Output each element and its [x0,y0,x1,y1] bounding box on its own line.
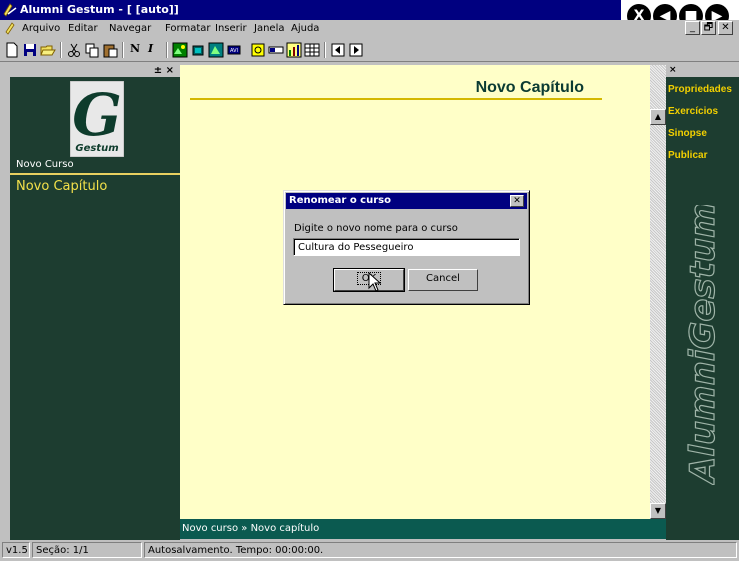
dialog-prompt: Digite o novo nome para o curso [294,223,458,234]
save-icon[interactable] [22,42,38,58]
svg-text:AVI: AVI [230,48,238,54]
next-icon[interactable] [348,42,364,58]
restore-icon[interactable]: 🗗 [701,21,716,35]
document-icon [5,22,15,35]
new-icon[interactable] [4,42,20,58]
toolbar-separator [166,42,168,58]
gestum-logo: G Gestum [70,81,124,157]
menu-editar[interactable]: Editar [68,23,98,34]
mdi-controls: _ 🗗 ✕ [685,21,735,37]
toolbar-separator [60,42,62,58]
chapter-item[interactable]: Novo Capítulo [16,179,107,194]
link-icon[interactable] [268,42,284,58]
rename-course-dialog: Renomear o curso ✕ Digite o novo nome pa… [283,190,530,305]
link-exercicios[interactable]: Exercícios [668,106,718,117]
paste-icon[interactable] [102,42,118,58]
table-icon[interactable] [304,42,320,58]
alumni-gestum-watermark: AlumniGestum [682,205,723,485]
mouse-pointer-icon [368,272,382,292]
close-icon[interactable]: ✕ [718,21,733,35]
close-icon[interactable]: × [669,65,677,75]
vertical-scrollbar[interactable]: ▲ ▼ [650,65,666,519]
minimize-icon[interactable]: _ [685,21,700,35]
animation-icon[interactable] [208,42,224,58]
picture-icon[interactable] [190,42,206,58]
status-autosave: Autosalvamento. Tempo: 00:00:00. [144,542,737,558]
course-name-input[interactable] [293,238,520,256]
menu-bar: Arquivo Editar Navegar Formatar Inserir … [0,20,739,38]
audio-icon[interactable] [250,42,266,58]
previous-icon[interactable] [330,42,346,58]
window-title: Alumni Gestum - [ [auto]] [20,3,179,16]
panel-header: × [666,65,739,77]
menu-formatar[interactable]: Formatar [165,23,210,34]
course-item[interactable]: Novo Curso [16,159,74,170]
italic-icon[interactable]: I [148,42,164,58]
svg-text:AlumniGestum: AlumniGestum [683,205,723,485]
chart-icon[interactable] [286,42,302,58]
cancel-button[interactable]: Cancel [408,269,478,291]
page-title: Novo Capítulo [475,79,584,96]
menu-janela[interactable]: Janela [254,23,284,34]
menu-arquivo[interactable]: Arquivo [22,23,60,34]
title-underline [190,98,602,100]
divider [10,173,180,175]
video-icon[interactable]: AVI [226,42,242,58]
bold-icon[interactable]: N [130,42,146,58]
link-sinopse[interactable]: Sinopse [668,128,707,139]
actions-panel: × Propriedades Exercícios Sinopse Public… [666,65,739,540]
image-icon[interactable] [172,42,188,58]
dialog-title-bar: Renomear o curso ✕ [286,193,527,209]
svg-text:G: G [72,81,122,149]
dialog-title: Renomear o curso [289,195,391,206]
scroll-down-icon[interactable]: ▼ [650,503,666,519]
open-icon[interactable] [40,42,56,58]
breadcrumb: Novo curso » Novo capítulo [180,519,666,539]
status-version: v1.51 [2,542,30,558]
close-icon[interactable]: ✕ [510,195,524,207]
link-publicar[interactable]: Publicar [668,150,707,161]
menu-navegar[interactable]: Navegar [109,23,151,34]
status-bar: v1.51 Seção: 1/1 Autosalvamento. Tempo: … [0,540,739,561]
menu-inserir[interactable]: Inserir [215,23,247,34]
toolbar: N I AVI [0,38,739,62]
toolbar-separator [122,42,124,58]
app-icon [3,3,17,17]
cut-icon[interactable] [66,42,82,58]
menu-ajuda[interactable]: Ajuda [291,23,319,34]
course-tree-panel: ± × G Gestum Novo Curso Novo Capítulo [10,65,180,540]
link-propriedades[interactable]: Propriedades [668,84,732,95]
toolbar-separator [324,42,326,58]
panel-header: ± × [10,65,180,77]
status-section: Seção: 1/1 [32,542,142,558]
svg-text:Gestum: Gestum [75,143,118,154]
panel-controls[interactable]: ± × [154,65,174,76]
copy-icon[interactable] [84,42,100,58]
scroll-up-icon[interactable]: ▲ [650,109,666,125]
